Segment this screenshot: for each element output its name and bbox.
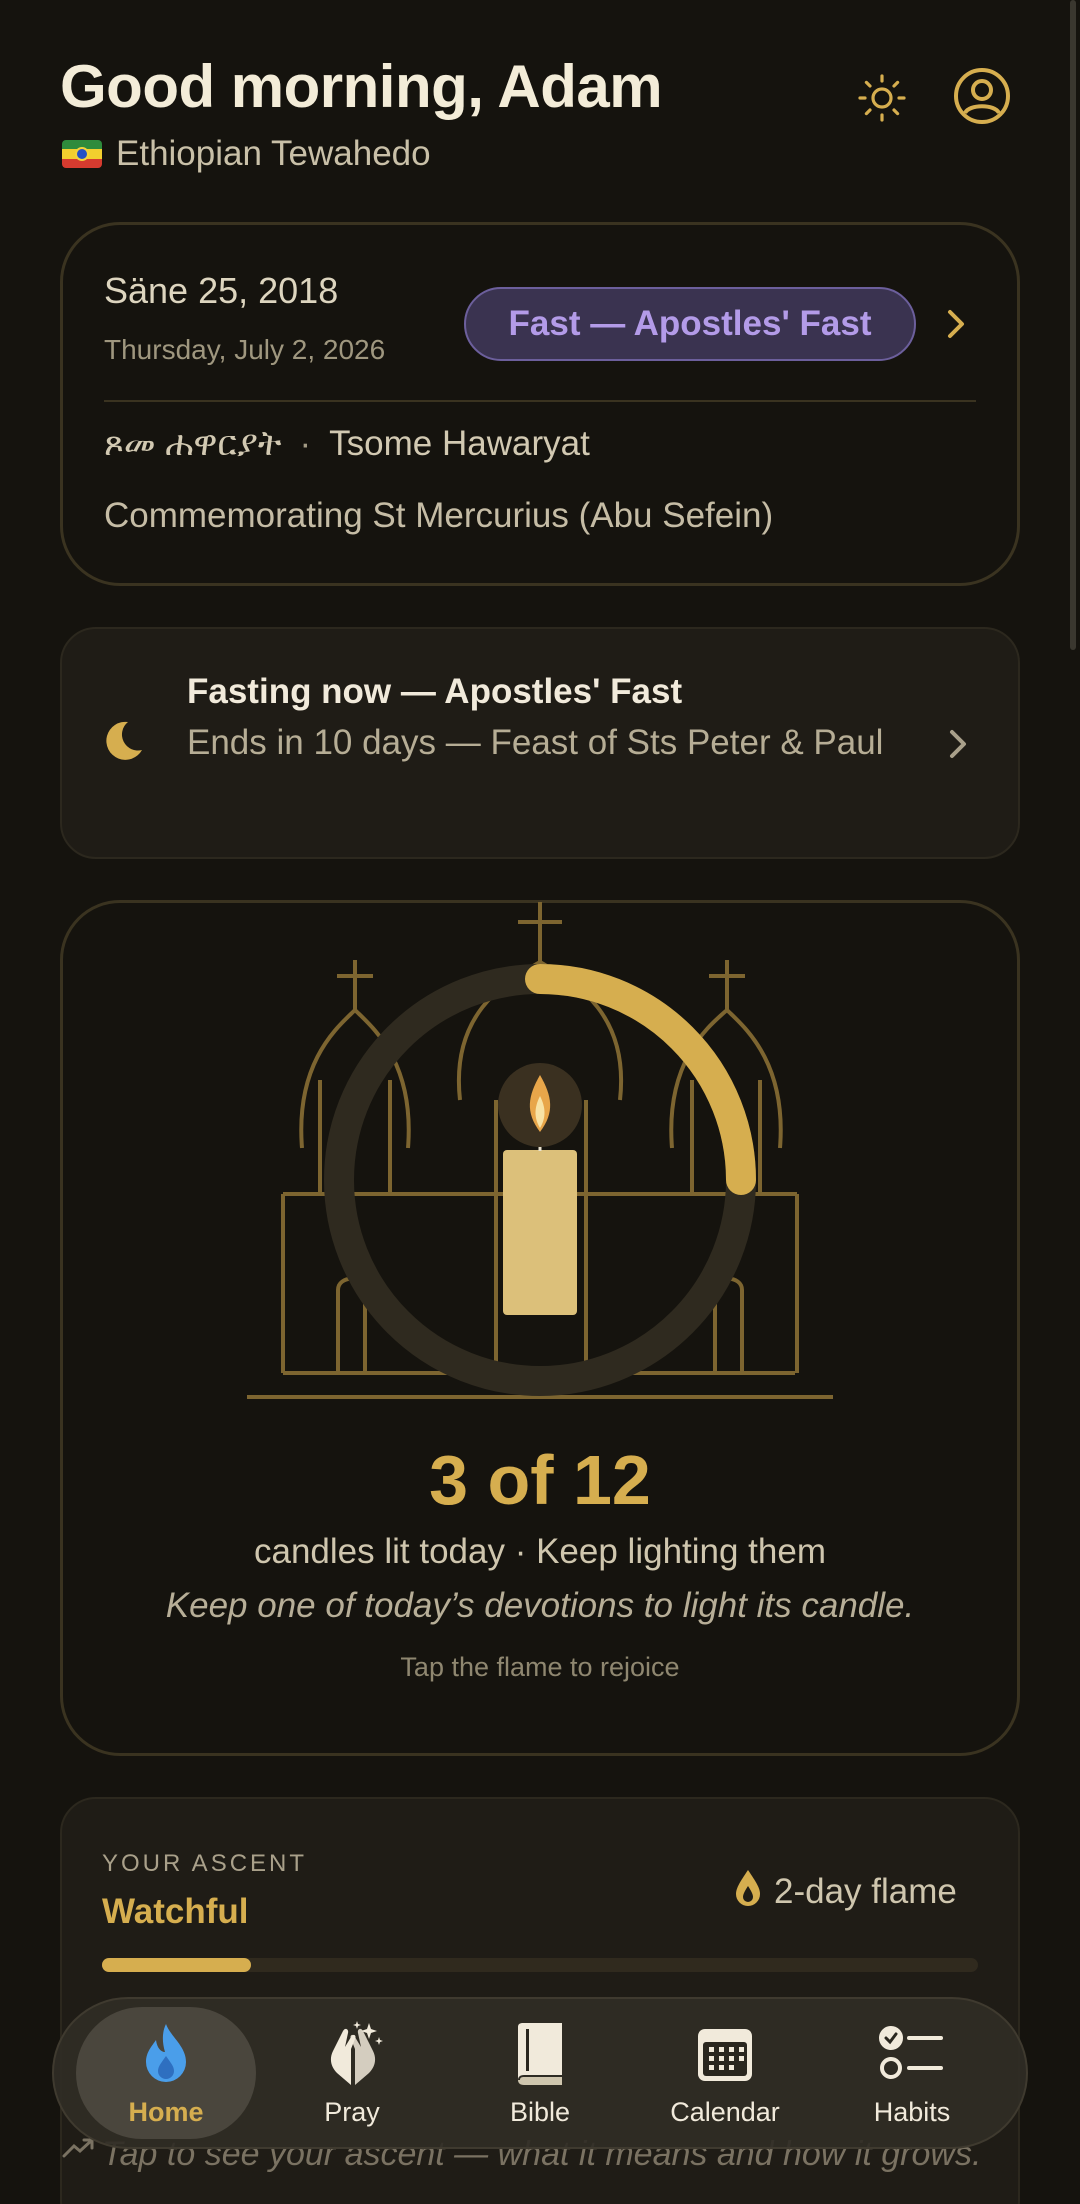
church-illustration	[240, 900, 840, 1415]
ascent-label: YOUR ASCENT	[102, 1850, 308, 1877]
fasting-title: Fasting now — Apostles' Fast	[187, 672, 683, 711]
tab-label: Home	[128, 2096, 204, 2127]
chevron-right-icon[interactable]	[936, 304, 976, 344]
tab-habits[interactable]: Habits	[822, 2007, 1002, 2139]
scrollbar[interactable]	[1070, 0, 1076, 650]
greeting-title: Good morning, Adam	[60, 53, 663, 120]
fast-name-line: ጾመ ሐዋርያት · Tsome Hawaryat	[104, 424, 590, 464]
gregorian-date: Thursday, July 2, 2026	[104, 334, 386, 365]
candle-status: candles lit today · Keep lighting them	[254, 1532, 826, 1571]
fast-transliteration: Tsome Hawaryat	[329, 424, 590, 463]
ethiopia-flag-icon	[62, 140, 102, 168]
divider	[104, 400, 976, 402]
flame-icon	[131, 2019, 201, 2089]
tab-label: Habits	[873, 2096, 951, 2127]
candle-icon	[503, 1150, 577, 1315]
checklist-icon	[877, 2019, 947, 2089]
tradition-name: Ethiopian Tewahedo	[116, 134, 431, 173]
ascent-level: Watchful	[102, 1892, 249, 1931]
fasting-subtitle: Ends in 10 days — Feast of Sts Peter & P…	[187, 723, 884, 762]
tab-bible[interactable]: Bible	[450, 2007, 630, 2139]
tab-home[interactable]: Home	[76, 2007, 256, 2139]
ascent-progress-bar	[102, 1958, 978, 1972]
praying-hands-icon	[317, 2019, 387, 2089]
tab-label: Pray	[324, 2096, 380, 2127]
trend-up-icon	[62, 2136, 96, 2165]
sun-icon[interactable]	[852, 68, 912, 128]
tab-label: Bible	[509, 2096, 571, 2127]
streak-text: 2-day flame	[774, 1871, 957, 1911]
account-icon[interactable]	[952, 66, 1012, 126]
tab-calendar[interactable]: Calendar	[635, 2007, 815, 2139]
candle-count: 3 of 12	[429, 1441, 651, 1519]
candle-instruction: Keep one of today’s devotions to light i…	[165, 1586, 915, 1625]
fast-badge[interactable]: Fast — Apostles' Fast	[464, 287, 916, 361]
ethiopian-date: Säne 25, 2018	[104, 270, 339, 311]
chevron-right-icon[interactable]	[938, 724, 978, 764]
separator-dot: ·	[299, 424, 312, 463]
tab-label: Calendar	[670, 2096, 780, 2127]
moon-icon	[100, 718, 146, 769]
streak-indicator: 2-day flame	[734, 1868, 957, 1915]
tab-pray[interactable]: Pray	[262, 2007, 442, 2139]
geez-fast-name: ጾመ ሐዋርያት	[104, 424, 282, 463]
tradition-label[interactable]: Ethiopian Tewahedo	[62, 134, 431, 174]
flame-hint: Tap the flame to rejoice	[400, 1652, 680, 1682]
calendar-icon	[690, 2019, 760, 2089]
drop-flame-icon	[734, 1868, 762, 1915]
book-icon	[505, 2019, 575, 2089]
commemoration-text: Commemorating St Mercurius (Abu Sefein)	[104, 496, 774, 535]
ascent-progress-fill	[102, 1958, 251, 1972]
